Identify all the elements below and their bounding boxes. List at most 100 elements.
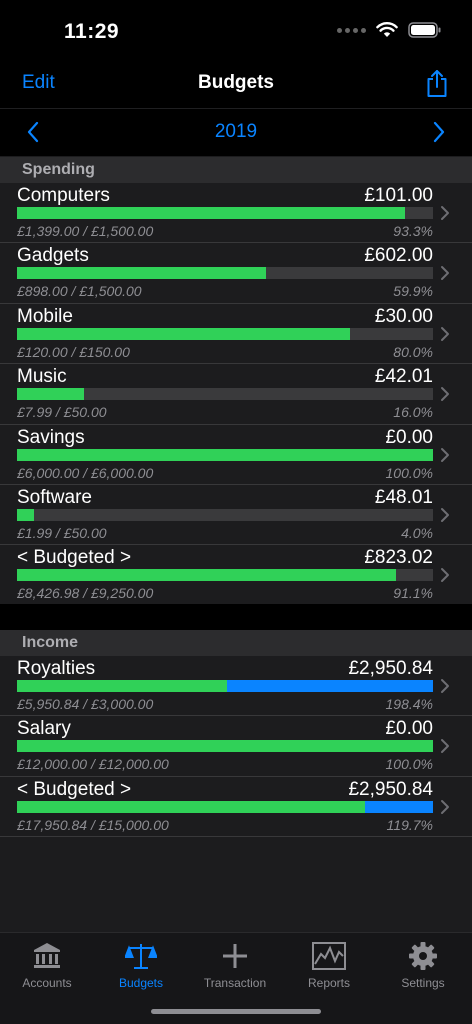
home-indicator <box>151 1009 321 1014</box>
budget-row[interactable]: Mobile £30.00 £120.00 / £150.00 80.0% <box>0 303 472 365</box>
budget-over-fill <box>227 680 433 692</box>
budget-row[interactable]: < Budgeted > £823.02 £8,426.98 / £9,250.00… <box>0 545 472 606</box>
budget-spent-range: £1,399.00 / £1,500.00 <box>17 223 154 239</box>
budget-spent-range: £120.00 / £150.00 <box>17 343 130 360</box>
budget-progress-fill <box>17 388 84 401</box>
budget-percent: 4.0% <box>401 525 433 541</box>
budget-row[interactable]: Royalties £2,950.84 £5,950.84 / £3,000.00 1… <box>0 656 472 717</box>
budget-category-name: Salary <box>17 718 71 740</box>
budget-progress-bar <box>17 207 433 219</box>
budget-category-name: < Budgeted > <box>17 547 132 569</box>
budget-remaining-amount: £0.00 <box>385 426 433 448</box>
budget-progress-bar <box>17 448 433 461</box>
tab-reports[interactable]: Reports <box>282 939 376 990</box>
budget-percent: 100.0% <box>385 464 433 481</box>
budget-progress-fill <box>17 509 34 521</box>
budget-progress-fill <box>17 327 350 340</box>
budget-percent: 16.0% <box>393 404 433 421</box>
budget-remaining-amount: £42.01 <box>374 366 433 388</box>
chevron-right-icon <box>440 447 450 468</box>
chevron-right-icon <box>440 386 450 407</box>
year-selector: 2019 <box>0 108 472 156</box>
budget-over-fill <box>365 800 433 813</box>
budget-progress-fill <box>17 569 396 582</box>
tab-transaction[interactable]: Transaction <box>188 939 282 990</box>
budget-spent-range: £898.00 / £1,500.00 <box>17 283 142 300</box>
budget-category-name: Mobile <box>17 305 73 327</box>
budget-remaining-amount: £0.00 <box>385 718 433 740</box>
tab-label: Budgets <box>118 976 164 990</box>
budget-row[interactable]: Software £48.01 £1.99 / £50.00 4.0% <box>0 485 472 546</box>
budget-progress-bar <box>17 509 433 521</box>
budget-row[interactable]: Savings £0.00 £6,000.00 / £6,000.00 100.0% <box>0 424 472 485</box>
budget-category-name: Software <box>17 487 92 508</box>
budget-percent: 119.7% <box>386 816 433 833</box>
tab-label: Transaction <box>203 976 267 990</box>
budget-category-name: Savings <box>17 426 85 448</box>
budget-progress-bar <box>17 740 433 753</box>
budget-percent: 59.9% <box>393 283 433 300</box>
navigation-bar: Edit Budgets <box>0 62 472 108</box>
share-icon <box>427 70 447 97</box>
budget-percent: 198.4% <box>385 696 433 712</box>
year-label: 2019 <box>214 121 258 142</box>
battery-icon <box>408 22 441 38</box>
status-time: 11:29 <box>64 20 120 43</box>
budget-spent-range: £7.99 / £50.00 <box>17 404 107 421</box>
section-divider <box>0 604 472 630</box>
bank-icon <box>34 943 60 968</box>
budget-progress-fill <box>17 267 266 280</box>
chevron-right-icon <box>440 738 450 759</box>
budget-spent-range: £5,950.84 / £3,000.00 <box>17 696 154 712</box>
budget-row[interactable]: Salary £0.00 £12,000.00 / £12,000.00 100.0% <box>0 716 472 777</box>
budget-remaining-amount: £2,950.84 <box>348 778 433 800</box>
budget-progress-fill <box>17 448 433 461</box>
budget-progress-bar <box>17 800 433 813</box>
chevron-right-icon <box>440 799 450 820</box>
chevron-right-icon <box>440 205 450 226</box>
tab-label: Settings <box>401 976 445 990</box>
status-bar: 11:29 <box>0 0 472 62</box>
income-section-header: Income <box>0 630 472 656</box>
chevron-right-icon <box>440 678 450 699</box>
budget-category-name: Music <box>17 366 67 388</box>
tab-accounts[interactable]: Accounts <box>0 939 94 990</box>
budget-remaining-amount: £101.00 <box>364 185 433 206</box>
cellular-signal-icon <box>337 27 366 33</box>
budget-row[interactable]: < Budgeted > £2,950.84 £17,950.84 / £15,00… <box>0 776 472 838</box>
share-button[interactable] <box>426 68 448 103</box>
budget-progress-bar <box>17 267 433 280</box>
budget-remaining-amount: £48.01 <box>374 487 433 508</box>
budget-progress-bar <box>17 327 433 340</box>
budget-progress-bar <box>17 388 433 401</box>
tab-label: Reports <box>307 976 351 990</box>
wifi-icon <box>376 22 398 37</box>
budget-category-name: < Budgeted > <box>17 778 132 800</box>
budget-progress-fill <box>17 680 227 692</box>
next-year-button[interactable] <box>432 121 446 148</box>
budget-category-name: Gadgets <box>17 245 89 267</box>
chevron-right-icon <box>440 265 450 286</box>
chevron-right-icon <box>433 121 445 143</box>
chart-icon <box>312 942 346 970</box>
budget-progress-fill <box>17 207 405 219</box>
chevron-right-icon <box>440 326 450 347</box>
budget-remaining-amount: £2,950.84 <box>348 658 433 679</box>
budget-row[interactable]: Gadgets £602.00 £898.00 / £1,500.00 59.9% <box>0 243 472 304</box>
budget-row[interactable]: Music £42.01 £7.99 / £50.00 16.0% <box>0 364 472 425</box>
page-title: Budgets <box>198 72 274 93</box>
budget-spent-range: £17,950.84 / £15,000.00 <box>17 816 169 833</box>
plus-icon <box>223 944 247 968</box>
tab-label: Accounts <box>22 976 72 990</box>
budget-spent-range: £6,000.00 / £6,000.00 <box>17 464 154 481</box>
budget-remaining-amount: £30.00 <box>374 305 433 327</box>
budget-progress-fill <box>17 800 365 813</box>
budget-percent: 93.3% <box>393 223 433 239</box>
budget-progress-bar <box>17 680 433 692</box>
budget-spent-range: £12,000.00 / £12,000.00 <box>17 756 169 773</box>
budget-spent-range: £1.99 / £50.00 <box>17 525 107 541</box>
chevron-right-icon <box>440 567 450 588</box>
budget-row[interactable]: Computers £101.00 £1,399.00 / £1,500.00 93.… <box>0 183 472 244</box>
tab-budgets[interactable]: Budgets <box>94 939 188 990</box>
tab-settings[interactable]: Settings <box>376 939 470 990</box>
